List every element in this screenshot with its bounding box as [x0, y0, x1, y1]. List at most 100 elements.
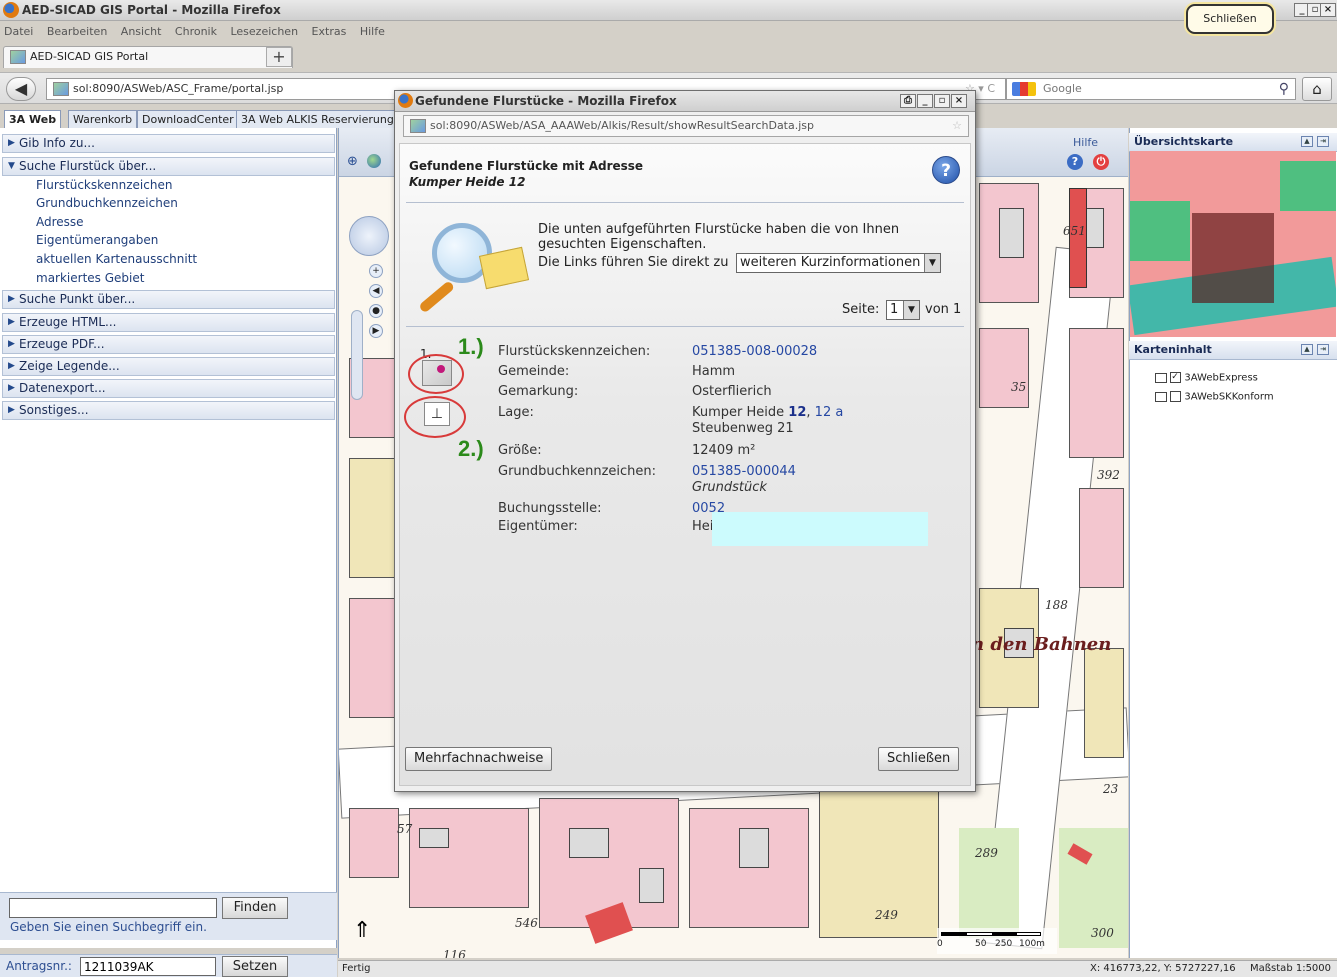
link-flurstueckskennzeichen[interactable]: Flurstückskennzeichen — [36, 176, 172, 194]
layer-item[interactable]: ✓ 3AWebExpress — [1155, 372, 1258, 384]
section-label: Suche Flurstück über... — [19, 159, 157, 173]
search-input[interactable] — [9, 898, 217, 918]
layer-checkbox-unchecked[interactable] — [1170, 391, 1182, 402]
close-button[interactable]: Schließen — [878, 747, 960, 771]
zoom-in-icon[interactable]: + — [369, 264, 383, 278]
dropdown-arrow-icon: ▼ — [903, 301, 919, 319]
status-text: Fertig — [342, 963, 371, 974]
status-bar: Fertig X: 416773,22, Y: 5727227,16 Maßst… — [338, 960, 1337, 977]
section-label: Datenexport... — [19, 381, 106, 395]
help-icon[interactable]: ? — [1067, 154, 1083, 170]
next-view-icon[interactable]: ▶ — [369, 324, 383, 338]
map-parcel — [349, 808, 399, 878]
multiple-proofs-button[interactable]: Mehrfachnachweise — [405, 747, 553, 771]
search-engine-placeholder: Google — [1043, 82, 1082, 95]
links-target-select[interactable]: weiteren Kurzinformationen ▼ — [736, 253, 941, 273]
link-markiertes-gebiet[interactable]: markiertes Gebiet — [36, 269, 144, 287]
gemeinde-value: Hamm — [692, 364, 736, 379]
globe-icon[interactable] — [367, 154, 381, 168]
undock-icon[interactable]: ⇥ — [1317, 136, 1329, 147]
pan-control-icon[interactable] — [349, 216, 389, 256]
undock-icon[interactable]: ⇥ — [1317, 344, 1329, 355]
search-icon[interactable]: ⚲ — [1279, 79, 1289, 99]
gbk-value-link[interactable]: 051385-000044 — [692, 464, 796, 479]
tab-warenkorb[interactable]: Warenkorb — [68, 110, 138, 128]
map-locate-icon[interactable] — [422, 360, 452, 386]
link-adresse[interactable]: Adresse — [36, 213, 84, 231]
window-title: AED-SICAD GIS Portal - Mozilla Firefox — [22, 3, 281, 17]
content-title: Karteninhalt — [1134, 343, 1212, 356]
layer-item[interactable]: 3AWebSKKonform — [1155, 391, 1274, 403]
link-grundbuchkennzeichen[interactable]: Grundbuchkennzeichen — [36, 194, 178, 212]
hierarchy-icon[interactable]: ⊥ — [424, 402, 450, 426]
menu-hilfe[interactable]: Hilfe — [360, 25, 385, 38]
minimize-icon[interactable]: _ — [917, 94, 933, 108]
fkz-value-link[interactable]: 051385-008-00028 — [692, 344, 817, 359]
print-icon[interactable]: ⎙ — [900, 94, 916, 108]
zoom-slider[interactable] — [351, 310, 363, 400]
result-subheading: Kumper Heide 12 — [409, 175, 526, 189]
map-building — [419, 828, 449, 848]
section-gib-info[interactable]: ▶ Gib Info zu... — [2, 134, 335, 153]
envelope-shape — [478, 246, 530, 290]
section-erzeuge-pdf[interactable]: ▶ Erzeuge PDF... — [2, 335, 335, 354]
scale-label: 50 — [975, 939, 987, 949]
intro-text-line2: gesuchten Eigenschaften. — [538, 237, 707, 252]
link-kartenausschnitt[interactable]: aktuellen Kartenausschnitt — [36, 250, 197, 268]
section-suche-flurstueck[interactable]: ▼ Suche Flurstück über... — [2, 157, 335, 176]
layer-name: 3AWebExpress — [1184, 372, 1258, 384]
antrag-input[interactable] — [80, 957, 216, 976]
map-label: 188 — [1045, 598, 1068, 612]
lage-number-link[interactable]: 12 — [788, 405, 806, 420]
overview-extent-box[interactable] — [1192, 213, 1274, 303]
content-header: Karteninhalt ▲ ⇥ — [1129, 341, 1337, 360]
set-button[interactable]: Setzen — [222, 956, 288, 977]
power-icon[interactable]: ⏻ — [1093, 154, 1109, 170]
layer-checkbox-checked[interactable]: ✓ — [1170, 372, 1182, 383]
section-zeige-legende[interactable]: ▶ Zeige Legende... — [2, 357, 335, 376]
collapse-arrow-icon: ▼ — [8, 161, 15, 171]
expand-arrow-icon: ▶ — [8, 405, 15, 415]
search-engine-box[interactable]: Google ⚲ — [1006, 78, 1296, 100]
section-sonstiges[interactable]: ▶ Sonstiges... — [2, 401, 335, 420]
browser-tab[interactable]: AED-SICAD GIS Portal — [3, 46, 293, 68]
bookmark-star-icon[interactable]: ☆ — [952, 116, 962, 136]
page-select[interactable]: 1 ▼ — [886, 300, 920, 320]
close-icon[interactable]: × — [951, 94, 967, 108]
find-button[interactable]: Finden — [222, 897, 288, 919]
collapse-icon[interactable]: ▲ — [1301, 136, 1313, 147]
help-icon[interactable]: ? — [932, 156, 960, 184]
back-button[interactable]: ◀ — [6, 77, 36, 101]
google-icon — [1012, 82, 1036, 96]
tab-downloadcenter[interactable]: DownloadCenter — [137, 110, 239, 128]
tab-alkis-reservierung[interactable]: 3A Web ALKIS Reservierung — [236, 110, 399, 128]
results-dialog: Gefundene Flurstücke - Mozilla Firefox ⎙… — [394, 90, 976, 792]
link-eigentuemerangaben[interactable]: Eigentümerangaben — [36, 231, 158, 249]
menu-extras[interactable]: Extras — [312, 25, 347, 38]
map-building — [739, 828, 769, 868]
center-icon[interactable]: ● — [369, 304, 383, 318]
section-erzeuge-html[interactable]: ▶ Erzeuge HTML... — [2, 313, 335, 332]
close-icon[interactable]: × — [1320, 3, 1336, 17]
browser-tab-label: AED-SICAD GIS Portal — [30, 50, 149, 63]
menu-bearbeiten[interactable]: Bearbeiten — [47, 25, 107, 38]
tab-3a-web[interactable]: 3A Web — [4, 110, 62, 128]
overview-map[interactable] — [1130, 151, 1336, 337]
zoom-tool-icon[interactable]: ⊕ — [347, 154, 358, 169]
home-button[interactable]: ⌂ — [1302, 77, 1332, 101]
help-link[interactable]: Hilfe — [1073, 136, 1098, 149]
section-datenexport[interactable]: ▶ Datenexport... — [2, 379, 335, 398]
new-tab-button[interactable]: + — [266, 47, 292, 67]
map-label: 249 — [875, 908, 898, 922]
previous-view-icon[interactable]: ◀ — [369, 284, 383, 298]
maximize-icon[interactable]: ▫ — [934, 94, 950, 108]
menu-ansicht[interactable]: Ansicht — [121, 25, 162, 38]
menu-chronik[interactable]: Chronik — [175, 25, 217, 38]
section-suche-punkt[interactable]: ▶ Suche Punkt über... — [2, 290, 335, 309]
collapse-icon[interactable]: ▲ — [1301, 344, 1313, 355]
lage-number-link[interactable]: 12 a — [815, 405, 844, 420]
eigentuemer-label: Eigentümer: — [498, 519, 578, 534]
dialog-url-bar[interactable]: sol:8090/ASWeb/ASA_AAAWeb/Alkis/Result/s… — [403, 115, 969, 137]
menu-datei[interactable]: Datei — [4, 25, 33, 38]
menu-lesezeichen[interactable]: Lesezeichen — [230, 25, 298, 38]
